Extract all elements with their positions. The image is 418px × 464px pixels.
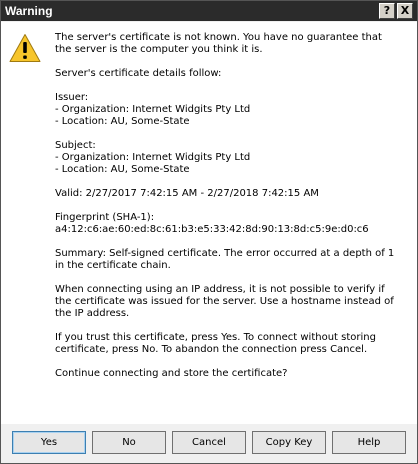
no-button[interactable]: No [92, 431, 166, 454]
message-question: Continue connecting and store the certif… [55, 368, 288, 379]
warning-dialog: Warning ? X The server's certificate is … [0, 0, 418, 464]
message-instructions: If you trust this certificate, press Yes… [55, 332, 376, 355]
close-icon: X [400, 4, 410, 17]
message-text: The server's certificate is not known. Y… [55, 32, 400, 392]
message-subject: Subject: - Organization: Internet Widgit… [55, 140, 251, 175]
cancel-button[interactable]: Cancel [172, 431, 246, 454]
message-summary: Summary: Self-signed certificate. The er… [55, 248, 395, 271]
help-title-button[interactable]: ? [379, 3, 395, 19]
message-area: The server's certificate is not known. Y… [1, 22, 417, 424]
message-fingerprint: Fingerprint (SHA-1): a4:12:c6:ae:60:ed:8… [55, 212, 369, 235]
window-title: Warning [5, 4, 53, 18]
message-issuer: Issuer: - Organization: Internet Widgits… [55, 92, 251, 127]
close-button[interactable]: X [397, 3, 413, 19]
question-icon: ? [383, 4, 391, 17]
message-details-heading: Server's certificate details follow: [55, 68, 222, 79]
help-button[interactable]: Help [332, 431, 406, 454]
copy-key-button[interactable]: Copy Key [252, 431, 326, 454]
button-bar: Yes No Cancel Copy Key Help [1, 424, 417, 463]
yes-button[interactable]: Yes [12, 431, 86, 454]
title-bar[interactable]: Warning ? X [1, 1, 417, 21]
warning-triangle-icon [9, 34, 41, 62]
message-ip-note: When connecting using an IP address, it … [55, 284, 394, 319]
message-validity: Valid: 2/27/2017 7:42:15 AM - 2/27/2018 … [55, 188, 319, 199]
message-intro: The server's certificate is not known. Y… [55, 32, 382, 55]
